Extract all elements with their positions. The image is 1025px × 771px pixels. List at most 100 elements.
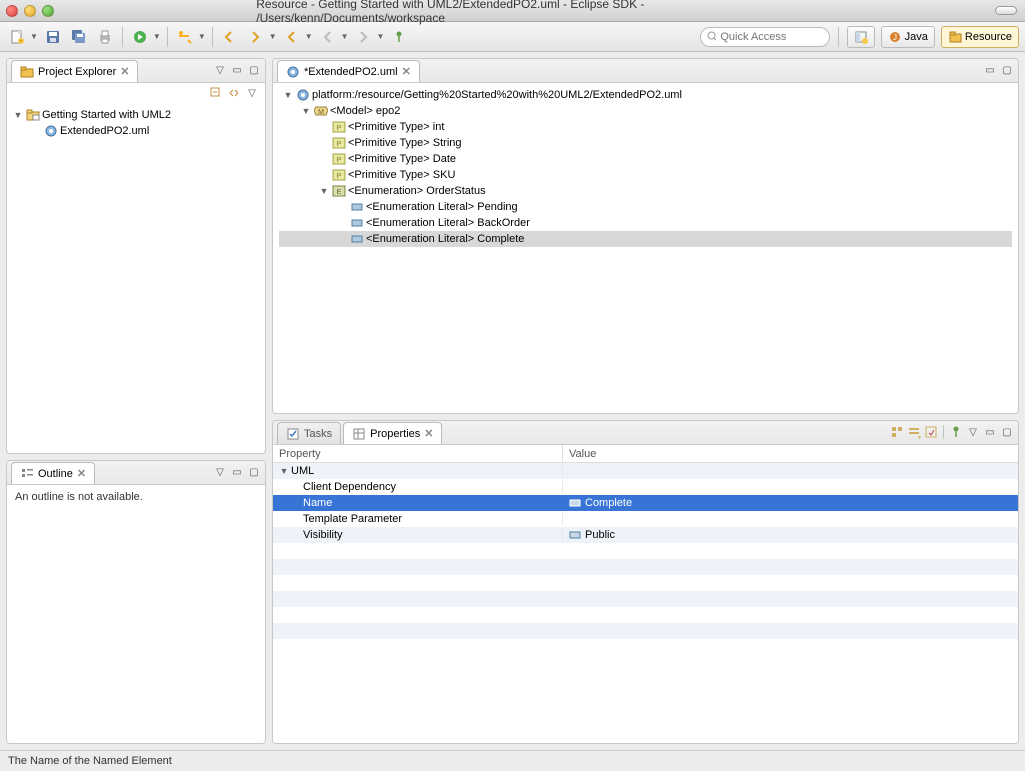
project-explorer-tab[interactable]: Project Explorer ✕: [11, 60, 138, 82]
dropdown-icon[interactable]: ▼: [341, 32, 349, 41]
model-tree[interactable]: ▼ platform:/resource/Getting%20Started%2…: [273, 83, 1018, 413]
minimize-view-button[interactable]: ▭: [230, 465, 244, 479]
search-button[interactable]: [174, 26, 196, 48]
open-perspective-button[interactable]: [847, 26, 875, 48]
close-icon[interactable]: ✕: [424, 427, 433, 440]
value-column-header[interactable]: Value: [563, 445, 1018, 462]
property-row[interactable]: Template Parameter: [273, 511, 1018, 527]
minimize-view-button[interactable]: ▭: [983, 425, 997, 439]
new-button[interactable]: +: [6, 26, 28, 48]
show-categories-button[interactable]: [890, 425, 904, 439]
node-label: <Primitive Type> String: [348, 135, 462, 151]
primitive-type-node[interactable]: P <Primitive Type> int: [279, 119, 1012, 135]
nav-forward-button[interactable]: [353, 26, 375, 48]
enum-literal-node[interactable]: <Enumeration Literal> Pending: [279, 199, 1012, 215]
svg-text:M: M: [318, 109, 324, 116]
pin-button[interactable]: [949, 425, 963, 439]
link-with-editor-button[interactable]: [227, 86, 241, 100]
enumeration-node[interactable]: ▼ E <Enumeration> OrderStatus: [279, 183, 1012, 199]
empty-row: [273, 607, 1018, 623]
view-menu-button[interactable]: ▽: [213, 63, 227, 77]
file-node[interactable]: ExtendedPO2.uml: [13, 123, 259, 139]
property-name: Template Parameter: [303, 513, 402, 525]
maximize-view-button[interactable]: ▢: [1000, 63, 1014, 77]
twisty-icon[interactable]: ▼: [279, 466, 289, 476]
category-label: UML: [291, 465, 314, 477]
close-icon[interactable]: ✕: [402, 65, 411, 78]
primitive-type-icon: P: [331, 136, 346, 150]
enum-literal-node[interactable]: <Enumeration Literal> BackOrder: [279, 215, 1012, 231]
properties-tab[interactable]: Properties ✕: [343, 422, 442, 444]
java-perspective-button[interactable]: J Java: [881, 26, 935, 48]
svg-text:P: P: [336, 125, 341, 132]
property-column-header[interactable]: Property: [273, 445, 563, 462]
dropdown-icon[interactable]: ▼: [153, 32, 161, 41]
project-node[interactable]: ▼ Getting Started with UML2: [13, 107, 259, 123]
property-category-row[interactable]: ▼UML: [273, 463, 1018, 479]
property-row[interactable]: Client Dependency: [273, 479, 1018, 495]
svg-text:J: J: [893, 33, 897, 42]
twisty-icon[interactable]: ▼: [13, 107, 23, 123]
outline-tab[interactable]: Outline ✕: [11, 462, 95, 484]
dropdown-icon[interactable]: ▼: [377, 32, 385, 41]
dropdown-icon[interactable]: ▼: [198, 32, 206, 41]
property-row-selected[interactable]: Name Complete: [273, 495, 1018, 511]
view-menu-button[interactable]: ▽: [966, 425, 980, 439]
nav-back-button[interactable]: [317, 26, 339, 48]
property-value: Complete: [585, 497, 632, 509]
properties-table[interactable]: ▼UML Client Dependency Name Complete Tem…: [273, 463, 1018, 743]
model-icon: M: [313, 104, 328, 118]
editor-tab[interactable]: *ExtendedPO2.uml ✕: [277, 60, 420, 82]
maximize-view-button[interactable]: ▢: [1000, 425, 1014, 439]
print-button[interactable]: [94, 26, 116, 48]
nav-next-annotation-button[interactable]: [245, 26, 267, 48]
maximize-view-button[interactable]: ▢: [247, 465, 261, 479]
project-tree[interactable]: ▼ Getting Started with UML2 ExtendedPO2.…: [7, 103, 265, 453]
primitive-type-node[interactable]: P <Primitive Type> SKU: [279, 167, 1012, 183]
minimize-window-button[interactable]: [24, 5, 36, 17]
twisty-icon[interactable]: ▼: [319, 183, 329, 199]
workbench: Project Explorer ✕ ▽ ▭ ▢ ▽ ▼ Getting St: [0, 52, 1025, 750]
collapse-all-button[interactable]: [209, 86, 223, 100]
dropdown-icon[interactable]: ▼: [269, 32, 277, 41]
twisty-icon[interactable]: ▼: [301, 103, 311, 119]
resource-perspective-label: Resource: [965, 31, 1012, 43]
nav-last-edit-button[interactable]: [219, 26, 241, 48]
twisty-icon[interactable]: ▼: [283, 87, 293, 103]
file-name: ExtendedPO2.uml: [60, 123, 149, 139]
properties-icon: [352, 427, 366, 441]
zoom-window-button[interactable]: [42, 5, 54, 17]
resource-node[interactable]: ▼ platform:/resource/Getting%20Started%2…: [279, 87, 1012, 103]
property-row[interactable]: Visibility Public: [273, 527, 1018, 543]
nav-prev-annotation-button[interactable]: [281, 26, 303, 48]
model-node[interactable]: ▼ M <Model> epo2: [279, 103, 1012, 119]
save-all-button[interactable]: [68, 26, 90, 48]
quick-access-search[interactable]: [700, 27, 830, 47]
view-menu-button[interactable]: ▽: [213, 465, 227, 479]
node-label: <Enumeration Literal> Pending: [366, 199, 518, 215]
window-pill-icon[interactable]: [995, 6, 1017, 15]
run-button[interactable]: [129, 26, 151, 48]
pin-editor-button[interactable]: [388, 26, 410, 48]
restore-defaults-button[interactable]: [924, 425, 938, 439]
minimize-view-button[interactable]: ▭: [230, 63, 244, 77]
tasks-tab[interactable]: Tasks: [277, 422, 341, 444]
maximize-view-button[interactable]: ▢: [247, 63, 261, 77]
save-button[interactable]: [42, 26, 64, 48]
dropdown-icon[interactable]: ▼: [30, 32, 38, 41]
project-explorer-view: Project Explorer ✕ ▽ ▭ ▢ ▽ ▼ Getting St: [6, 58, 266, 454]
dropdown-icon[interactable]: ▼: [305, 32, 313, 41]
enum-literal-node-selected[interactable]: <Enumeration Literal> Complete: [279, 231, 1012, 247]
status-bar: The Name of the Named Element: [0, 750, 1025, 770]
minimize-view-button[interactable]: ▭: [983, 63, 997, 77]
resource-perspective-button[interactable]: Resource: [941, 26, 1019, 48]
svg-text:P: P: [336, 157, 341, 164]
close-window-button[interactable]: [6, 5, 18, 17]
view-menu-button[interactable]: ▽: [245, 86, 259, 100]
primitive-type-node[interactable]: P <Primitive Type> String: [279, 135, 1012, 151]
close-icon[interactable]: ✕: [120, 65, 129, 78]
show-advanced-button[interactable]: [907, 425, 921, 439]
close-icon[interactable]: ✕: [77, 467, 86, 480]
quick-access-input[interactable]: [720, 31, 822, 43]
primitive-type-node[interactable]: P <Primitive Type> Date: [279, 151, 1012, 167]
